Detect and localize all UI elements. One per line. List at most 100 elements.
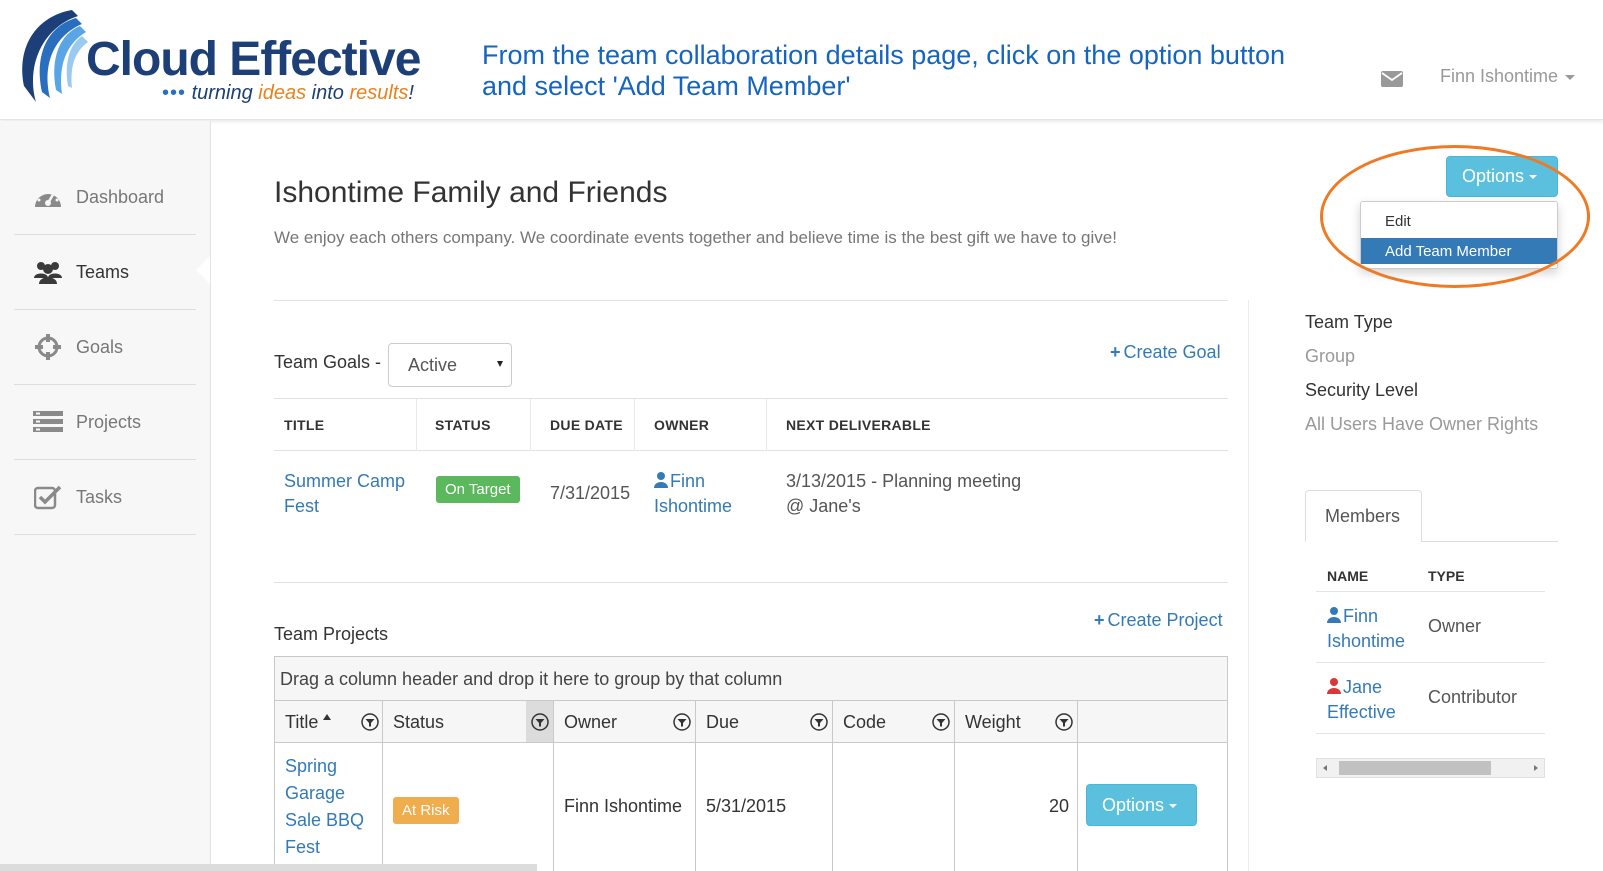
plus-icon: +: [1110, 342, 1121, 362]
column-header-code[interactable]: Code: [833, 701, 955, 742]
user-menu[interactable]: Finn Ishontime: [1440, 66, 1576, 87]
logo-wordmark: Cloud Effective: [86, 33, 421, 86]
sidebar-item-label: Teams: [76, 261, 130, 282]
project-due-cell: 5/31/2015: [696, 743, 833, 871]
divider: [274, 300, 1228, 301]
sort-ascending-icon: [323, 714, 332, 720]
project-title-link[interactable]: Spring Garage Sale BBQ Fest: [285, 753, 364, 861]
column-divider: [766, 399, 767, 451]
user-name: Finn Ishontime: [1440, 66, 1559, 86]
divider: [274, 582, 1228, 583]
goals-table: TITLE STATUS DUE DATE OWNER NEXT DELIVER…: [274, 398, 1228, 541]
instruction-text: From the team collaboration details page…: [482, 40, 1285, 101]
select-arrow-icon: [497, 361, 503, 367]
create-project-label: Create Project: [1107, 610, 1223, 630]
caret-down-icon: [1169, 804, 1178, 809]
column-header-weight[interactable]: Weight: [955, 701, 1078, 742]
column-header[interactable]: TITLE: [284, 417, 324, 433]
caret-down-icon: [1565, 74, 1576, 80]
scroll-right-icon[interactable]: [1534, 765, 1538, 771]
team-type-label: Team Type: [1305, 312, 1393, 332]
project-options-button[interactable]: Options: [1086, 784, 1197, 826]
create-goal-label: Create Goal: [1123, 342, 1221, 362]
column-header-title[interactable]: Title: [275, 701, 383, 742]
sidebar-item-tasks[interactable]: Tasks: [14, 460, 196, 535]
member-name-link[interactable]: Jane Effective: [1327, 675, 1396, 725]
team-projects-label: Team Projects: [274, 624, 389, 644]
team-description: We enjoy each others company. We coordin…: [274, 228, 1117, 247]
column-divider: [634, 399, 635, 451]
project-code-cell: [833, 743, 955, 871]
project-due: 5/31/2015: [706, 796, 787, 816]
filter-icon[interactable]: [810, 713, 828, 731]
check-square-icon: [32, 483, 64, 511]
tab-members[interactable]: Members: [1305, 490, 1422, 542]
column-header[interactable]: TYPE: [1428, 568, 1465, 584]
sidebar-item-projects[interactable]: Projects: [14, 385, 196, 460]
column-header[interactable]: STATUS: [435, 417, 491, 433]
table-row: Jane Effective Contributor: [1316, 663, 1545, 734]
team-type-value: Group: [1305, 346, 1356, 366]
scroll-thumb[interactable]: [1339, 761, 1491, 775]
project-owner-cell: Finn Ishontime: [554, 743, 696, 871]
project-status-cell: At Risk: [383, 743, 554, 871]
goals-status-select[interactable]: Active: [388, 343, 512, 387]
table-row: Spring Garage Sale BBQ Fest: [275, 743, 383, 871]
table-row: Summer Camp Fest On Target 7/31/2015 Fin…: [274, 451, 1228, 541]
filter-icon[interactable]: [1055, 713, 1073, 731]
goal-title-link[interactable]: Summer Camp Fest: [284, 469, 405, 519]
plus-icon: +: [1094, 610, 1105, 630]
page-title: Ishontime Family and Friends: [274, 176, 668, 209]
member-name-link[interactable]: Finn Ishontime: [1327, 604, 1405, 654]
group-drop-area[interactable]: Drag a column header and drop it here to…: [275, 657, 1227, 701]
sidebar-item-dashboard[interactable]: Dashboard: [14, 160, 196, 235]
cloud-effective-logo[interactable]: Cloud Effective ••• turning ideas into r…: [12, 6, 432, 106]
user-icon: [1327, 607, 1341, 623]
users-icon: [32, 258, 64, 286]
scroll-left-icon[interactable]: [1323, 765, 1327, 771]
table-row: Finn Ishontime Owner: [1316, 592, 1545, 663]
column-divider: [530, 399, 531, 451]
sidebar: Dashboard Teams Goals Projects Tasks: [0, 121, 211, 871]
status-badge: At Risk: [393, 797, 459, 824]
goal-owner-link[interactable]: Finn Ishontime: [654, 469, 732, 519]
tab-underline: [1421, 541, 1558, 542]
horizontal-scrollbar[interactable]: [0, 864, 537, 871]
column-header[interactable]: DUE DATE: [550, 417, 623, 433]
sidebar-item-label: Dashboard: [76, 186, 165, 207]
goals-status-value: Active: [408, 355, 458, 375]
filter-icon[interactable]: [673, 713, 691, 731]
member-type: Owner: [1428, 616, 1482, 636]
filter-icon[interactable]: [361, 713, 379, 731]
team-goals-label: Team Goals -: [274, 352, 382, 372]
create-project-link[interactable]: + Create Project: [1094, 610, 1223, 631]
sidebar-item-label: Goals: [76, 336, 124, 357]
filter-icon[interactable]: [531, 713, 549, 731]
member-type: Contributor: [1428, 687, 1518, 707]
sidebar-item-goals[interactable]: Goals: [14, 310, 196, 385]
column-header[interactable]: NAME: [1327, 568, 1368, 584]
members-scrollbar[interactable]: [1316, 758, 1545, 778]
create-goal-link[interactable]: + Create Goal: [1110, 342, 1221, 363]
security-level-label: Security Level: [1305, 380, 1419, 400]
annotation-highlight-ring: [1320, 145, 1590, 288]
envelope-icon[interactable]: [1381, 71, 1403, 87]
project-weight: 20: [1048, 796, 1069, 816]
security-level-value: All Users Have Owner Rights: [1305, 414, 1539, 434]
status-badge: On Target: [436, 476, 520, 503]
user-icon: [1327, 678, 1341, 694]
column-header[interactable]: OWNER: [654, 417, 709, 433]
crosshairs-icon: [32, 333, 64, 361]
logo-swoosh-icon: [22, 10, 88, 102]
filter-icon[interactable]: [932, 713, 950, 731]
goals-table-header: TITLE STATUS DUE DATE OWNER NEXT DELIVER…: [274, 398, 1228, 451]
column-header-owner[interactable]: Owner: [554, 701, 696, 742]
user-icon: [654, 472, 668, 488]
column-header-due[interactable]: Due: [696, 701, 833, 742]
sidebar-item-teams[interactable]: Teams: [14, 235, 196, 310]
column-header-status[interactable]: Status: [383, 701, 554, 742]
project-owner: Finn Ishontime: [564, 796, 683, 816]
column-header[interactable]: NEXT DELIVERABLE: [786, 417, 931, 433]
column-divider: [416, 399, 417, 451]
projects-grid: Drag a column header and drop it here to…: [274, 656, 1228, 871]
